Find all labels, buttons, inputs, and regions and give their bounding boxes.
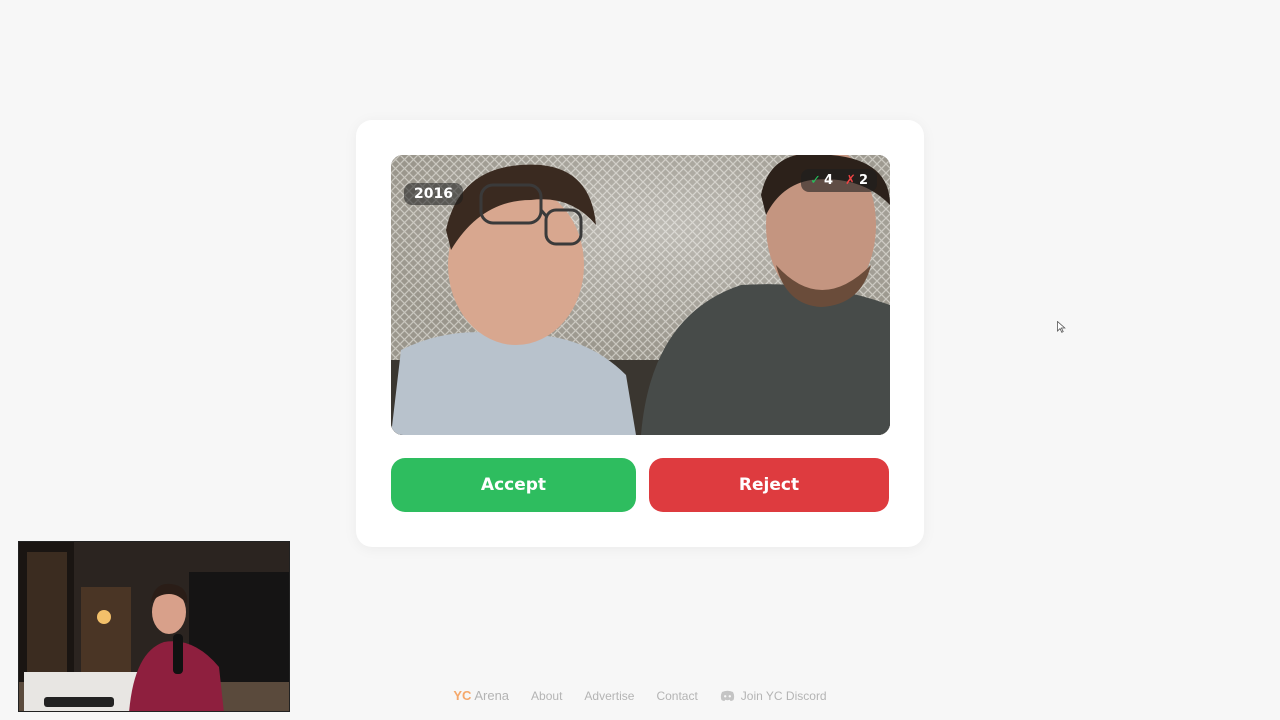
- page: 2016 ✓ 4 ✗ 2 Accept Reject YC Arena Abou…: [0, 0, 1280, 720]
- webcam-overlay: [18, 541, 290, 712]
- reject-button[interactable]: Reject: [649, 458, 889, 512]
- reject-count-group: ✗ 2: [845, 173, 868, 188]
- footer-link-advertise[interactable]: Advertise: [584, 689, 634, 703]
- pitch-video[interactable]: 2016 ✓ 4 ✗ 2: [391, 155, 890, 435]
- video-frame: [391, 155, 890, 435]
- footer-link-about[interactable]: About: [531, 689, 562, 703]
- discord-icon: [720, 690, 734, 701]
- accept-count-group: ✓ 4: [810, 173, 833, 188]
- pitch-card: 2016 ✓ 4 ✗ 2 Accept Reject: [356, 120, 924, 547]
- site-footer: YC Arena About Advertise Contact Join YC…: [0, 688, 1280, 703]
- discord-label: Join YC Discord: [740, 688, 827, 703]
- cross-icon: ✗: [845, 173, 856, 188]
- accept-count: 4: [824, 173, 834, 188]
- webcam-frame: [19, 542, 289, 711]
- cursor-icon: [1057, 321, 1066, 333]
- footer-brand[interactable]: YC Arena: [453, 688, 509, 703]
- footer-link-contact[interactable]: Contact: [656, 689, 697, 703]
- reject-count: 2: [858, 173, 868, 188]
- brand-arena: Arena: [474, 688, 510, 703]
- brand-yc: YC: [453, 688, 472, 703]
- check-icon: ✓: [810, 173, 821, 188]
- vote-score-badge: ✓ 4 ✗ 2: [801, 169, 877, 192]
- footer-link-discord[interactable]: Join YC Discord: [720, 689, 827, 703]
- year-badge: 2016: [404, 183, 463, 205]
- accept-button[interactable]: Accept: [391, 458, 636, 512]
